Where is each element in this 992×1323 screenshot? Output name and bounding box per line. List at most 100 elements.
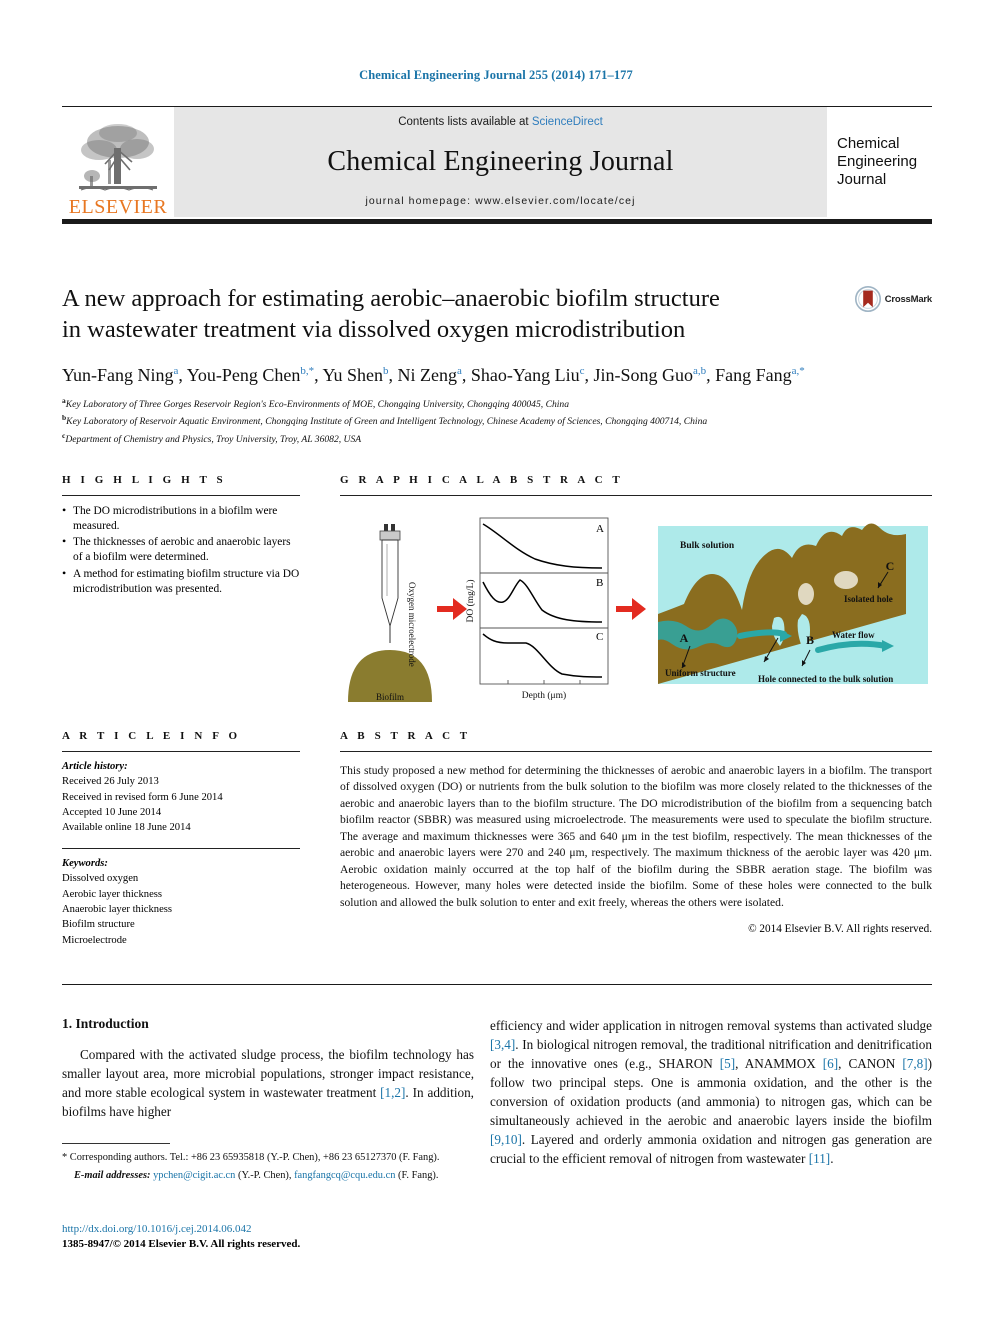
isolated-hole-label: Isolated hole — [844, 594, 893, 604]
keywords-label: Keywords: — [62, 857, 108, 869]
highlights-heading: H I G H L I G H T S — [62, 474, 227, 486]
email-addresses-note: E-mail addresses: ypchen@cigit.ac.cn (Y.… — [62, 1169, 474, 1184]
contents-available-line: Contents lists available at ScienceDirec… — [398, 116, 603, 128]
body-column-right: efficiency and wider application in nitr… — [490, 1016, 932, 1168]
affiliation-list: aKey Laboratory of Three Gorges Reservoi… — [62, 395, 932, 447]
elsevier-tree-icon — [79, 124, 157, 191]
author-name: Yu Shen — [322, 364, 384, 385]
masthead-center-band: Contents lists available at ScienceDirec… — [174, 107, 827, 217]
article-history-block: Article history: Received 26 July 2013 Re… — [62, 759, 300, 836]
hole-connected-label: Hole connected to the bulk solution — [758, 674, 893, 684]
article-history-item: Received in revised form 6 June 2014 — [62, 791, 223, 803]
highlights-list: The DO microdistributions in a biofilm w… — [62, 503, 300, 597]
do-microprofile-charts: A B C — [479, 517, 609, 685]
journal-cover-badge: Chemical Engineering Journal — [827, 107, 932, 217]
journal-homepage-link[interactable]: journal homepage: www.elsevier.com/locat… — [365, 195, 635, 207]
biofilm-label: Biofilm — [376, 692, 404, 702]
doi-link[interactable]: http://dx.doi.org/10.1016/j.cej.2014.06.… — [62, 1222, 562, 1237]
graphical-abstract-rule — [340, 495, 932, 496]
graphical-abstract-svg: Oxygen microelectrode Biofilm A B C DO (… — [348, 517, 928, 702]
bottom-meta-block: http://dx.doi.org/10.1016/j.cej.2014.06.… — [62, 1222, 562, 1253]
panel-c-label: C — [596, 631, 603, 643]
keywords-block: Keywords: Dissolved oxygen Aerobic layer … — [62, 856, 300, 948]
citation-3-4[interactable]: [3,4] — [490, 1037, 515, 1052]
keyword-item: Anaerobic layer thickness — [62, 903, 173, 915]
intro-right-1: efficiency and wider application in nitr… — [490, 1018, 932, 1033]
badge-line-2: Engineering — [837, 152, 918, 170]
author-name: Yun-Fang Ning — [62, 364, 174, 385]
author-name: Shao-Yang Liu — [470, 364, 580, 385]
corresponding-authors-note: * Corresponding authors. Tel.: +86 23 65… — [62, 1152, 440, 1163]
contents-prefix: Contents lists available at — [398, 116, 532, 128]
email-link-2[interactable]: fangfangcq@cqu.edu.cn — [294, 1170, 395, 1181]
introduction-heading: 1. Introduction — [62, 1016, 149, 1031]
author-name: Jin-Song Guo — [593, 364, 693, 385]
article-info-heading: A R T I C L E I N F O — [62, 730, 241, 742]
author-affiliation-marker: a — [173, 364, 179, 377]
email-owner-1: (Y.-P. Chen), — [237, 1169, 292, 1181]
marker-c-label: C — [886, 559, 895, 573]
abstract-copyright: © 2014 Elsevier B.V. All rights reserved… — [748, 922, 932, 935]
affiliation-item: bKey Laboratory of Reservoir Aquatic Env… — [62, 413, 708, 428]
badge-line-1: Chemical — [837, 134, 900, 152]
citation-7-8[interactable]: [7,8] — [902, 1056, 927, 1071]
author-affiliation-marker: a,* — [791, 364, 805, 377]
sciencedirect-link[interactable]: ScienceDirect — [532, 116, 603, 128]
uniform-structure-label: Uniform structure — [665, 668, 736, 678]
issn-copyright: 1385-8947/© 2014 Elsevier B.V. All right… — [62, 1238, 301, 1251]
keywords-list: Dissolved oxygen Aerobic layer thickness A… — [62, 871, 300, 948]
intro-right-7: . — [830, 1151, 834, 1166]
keyword-item: Biofilm structure — [62, 919, 135, 931]
highlights-section: H I G H L I G H T S The DO microdistribu… — [62, 474, 300, 598]
author-affiliation-marker: a — [457, 364, 462, 377]
crossmark-badge[interactable]: CrossMark — [854, 286, 933, 312]
article-history-list: Received 26 July 2013 Received in revised… — [62, 774, 300, 835]
masthead-bottom-rule — [62, 219, 932, 224]
article-first-page: Chemical Engineering Journal 255 (2014) … — [0, 0, 992, 1323]
footnote-block: * Corresponding authors. Tel.: +86 23 65… — [62, 1151, 474, 1184]
title-block: CrossMark A new approach for estimating … — [62, 284, 932, 447]
intro-right-3: , ANAMMOX — [735, 1056, 823, 1071]
do-x-axis-label: Depth (μm) — [522, 690, 566, 701]
highlight-item: A method for estimating biofilm structur… — [62, 566, 300, 597]
highlight-item: The DO microdistributions in a biofilm w… — [62, 503, 300, 534]
article-history-label: Article history: — [62, 761, 128, 772]
author-affiliation-marker: b — [383, 364, 389, 377]
probe-label: Oxygen microelectrode — [407, 582, 417, 667]
article-history-item: Received 26 July 2013 — [62, 776, 159, 788]
citation-6[interactable]: [6] — [823, 1056, 838, 1071]
email-link-1[interactable]: ypchen@cigit.ac.cn — [153, 1170, 235, 1181]
arrow-right-2 — [616, 598, 646, 620]
bulk-solution-label: Bulk solution — [680, 541, 735, 551]
intro-right-4: , CANON — [838, 1056, 903, 1071]
article-history-item: Accepted 10 June 2014 — [62, 807, 162, 819]
crossmark-label: CrossMark — [884, 293, 933, 305]
abstract-heading: A B S T R A C T — [340, 730, 471, 742]
citation-1-2[interactable]: [1,2] — [380, 1085, 405, 1100]
graphical-abstract-section: G R A P H I C A L A B S T R A C T Oxygen… — [340, 474, 932, 702]
keyword-item: Microelectrode — [62, 934, 127, 946]
author-name: You-Peng Chen — [186, 364, 301, 385]
graphical-abstract-heading: G R A P H I C A L A B S T R A C T — [340, 474, 624, 486]
title-line-2: in wastewater treatment via dissolved ox… — [62, 315, 686, 343]
affiliation-item: cDepartment of Chemistry and Physics, Tr… — [62, 430, 362, 446]
biofilm-schematic: Bulk solution A Uniform structure B Hole… — [658, 523, 928, 684]
article-info-section: A R T I C L E I N F O Article history: R… — [62, 730, 300, 948]
keyword-item: Aerobic layer thickness — [62, 888, 163, 900]
keywords-divider — [62, 847, 300, 849]
author-affiliation-marker: c — [579, 364, 585, 377]
citation-11[interactable]: [11] — [809, 1151, 830, 1166]
introduction-paragraph-right: efficiency and wider application in nitr… — [490, 1016, 932, 1168]
highlights-rule — [62, 495, 300, 496]
panel-a-label: A — [596, 523, 604, 535]
body-top-rule — [62, 984, 932, 985]
body-column-left: 1. Introduction Compared with the activa… — [62, 1016, 474, 1184]
citation-5[interactable]: [5] — [720, 1056, 735, 1071]
author-list: Yun-Fang Ninga, You-Peng Chenb,*, Yu She… — [62, 364, 805, 385]
author-name: Ni Zeng — [397, 364, 458, 385]
elsevier-logo: ELSEVIER — [62, 107, 174, 217]
email-addresses-label: E-mail addresses: — [74, 1169, 151, 1181]
citation-9-10[interactable]: [9,10] — [490, 1132, 522, 1147]
abstract-text: This study proposed a new method for det… — [340, 764, 932, 909]
page-title: A new approach for estimating aerobic–an… — [62, 284, 822, 346]
